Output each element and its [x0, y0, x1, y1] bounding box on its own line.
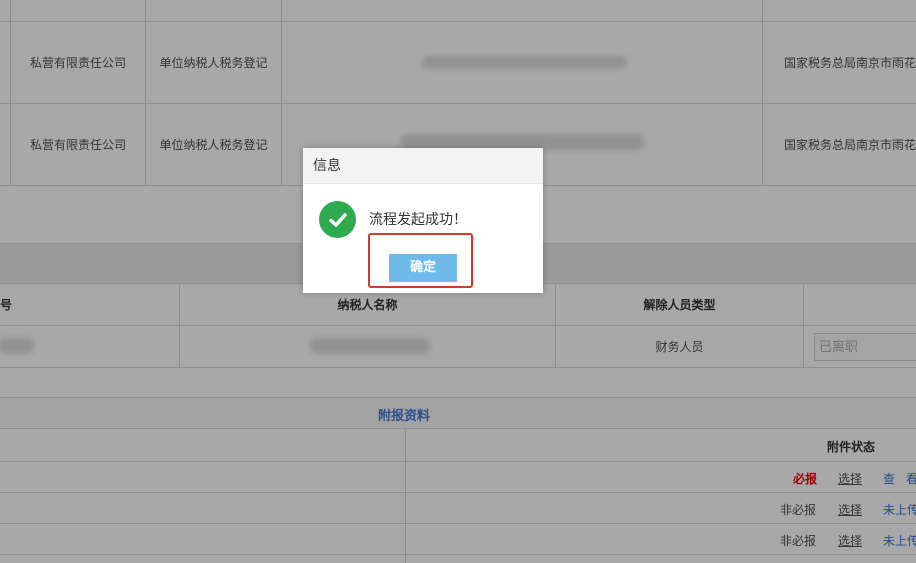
redacted-text: [0, 338, 34, 354]
table-row: [0, 524, 406, 555]
company-type-cell: 私营有限责任公司: [11, 22, 146, 104]
redacted-text: [310, 338, 430, 354]
blank-band: [0, 368, 916, 398]
table-row: [0, 462, 406, 493]
attachments-table: 附件状态 必报 选择 查 看 非必报 选择 未上传 非必报 选择 未上传: [0, 429, 916, 563]
dialog-title: 信息: [303, 148, 543, 184]
required-label: 非必报: [780, 503, 817, 517]
table-row: [0, 493, 406, 524]
redacted-text: [422, 56, 627, 69]
view-link[interactable]: 看: [906, 470, 916, 487]
attachments-title-bar: 附报资料: [0, 398, 916, 429]
status-input[interactable]: [814, 333, 916, 361]
table-row: [406, 555, 916, 563]
redacted-cell: [180, 326, 556, 368]
select-link[interactable]: 选择: [838, 501, 862, 518]
attachments-title: 附报资料: [378, 409, 431, 424]
tax-authority-cell: 国家税务总局南京市雨花: [763, 104, 916, 186]
table-row: 非必报 选择 未上传: [406, 524, 916, 555]
column-header: [0, 429, 406, 462]
person-table: 号 纳税人名称 解除人员类型 财务人员: [0, 284, 916, 368]
column-header: 解除人员类型: [556, 284, 804, 326]
table-cell: [11, 0, 146, 22]
table-cell: [146, 0, 282, 22]
table-cell: [0, 0, 11, 22]
column-header: 号: [0, 284, 180, 326]
table-cell: [0, 22, 11, 104]
registration-type-cell: 单位纳税人税务登记: [146, 104, 282, 186]
table-cell: [0, 104, 11, 186]
tax-authority-cell: 国家税务总局南京市雨花: [763, 22, 916, 104]
column-header: [804, 284, 916, 326]
attachment-status-header: 附件状态: [827, 440, 876, 454]
registration-type-cell: 单位纳税人税务登记: [146, 22, 282, 104]
upload-status: 未上传: [883, 534, 916, 548]
redacted-cell: [282, 22, 763, 104]
table-row: [0, 555, 406, 563]
removal-type-cell: 财务人员: [556, 326, 804, 368]
dialog-message: 流程发起成功！: [369, 212, 467, 228]
success-check-icon: [319, 201, 356, 238]
required-label: 非必报: [780, 534, 817, 548]
table-cell: [282, 0, 763, 22]
status-cell: [804, 326, 916, 368]
select-link[interactable]: 选择: [838, 532, 862, 549]
select-link[interactable]: 选择: [838, 470, 862, 487]
annotation-highlight-box: [368, 233, 473, 288]
view-link[interactable]: 查: [883, 470, 895, 487]
table-row: 非必报 选择 未上传: [406, 493, 916, 524]
upload-status: 未上传: [883, 503, 916, 517]
table-cell: [763, 0, 916, 22]
column-header: 附件状态: [406, 429, 916, 462]
redacted-cell: [0, 326, 180, 368]
table-row: 必报 选择 查 看: [406, 462, 916, 493]
company-type-cell: 私营有限责任公司: [11, 104, 146, 186]
required-label: 必报: [793, 472, 818, 486]
